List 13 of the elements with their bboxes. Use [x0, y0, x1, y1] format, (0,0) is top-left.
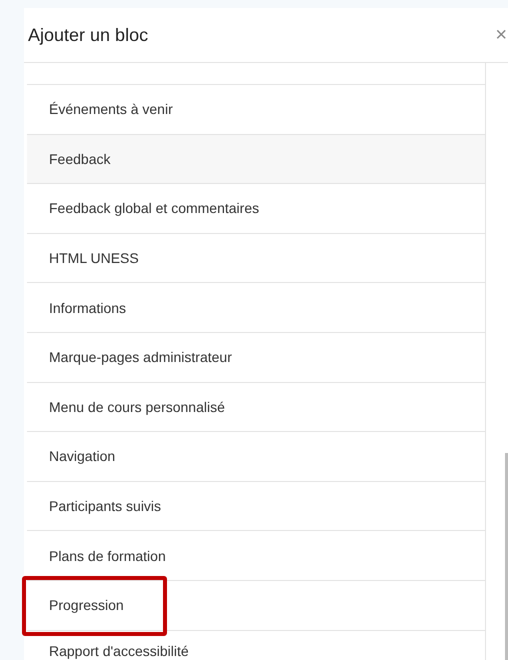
dialog-title: Ajouter un bloc [28, 24, 148, 46]
list-item[interactable]: Feedback global et commentaires [27, 184, 485, 234]
list-item[interactable]: Rapport d'accessibilité [27, 630, 485, 660]
list-item[interactable]: Progression [27, 580, 485, 631]
list-item[interactable]: Menu de cours personnalisé [27, 382, 485, 432]
close-button[interactable]: × [494, 25, 508, 45]
list-item[interactable]: HTML UNESS [27, 234, 485, 284]
list-item[interactable]: Feedback [27, 134, 485, 184]
list-item[interactable]: Navigation [27, 432, 485, 482]
list-item[interactable]: Plans de formation [27, 531, 485, 581]
list-item[interactable]: Marque-pages administrateur [27, 332, 485, 383]
list-item[interactable]: Informations [27, 283, 485, 333]
list-item[interactable]: Participants suivis [27, 482, 485, 532]
